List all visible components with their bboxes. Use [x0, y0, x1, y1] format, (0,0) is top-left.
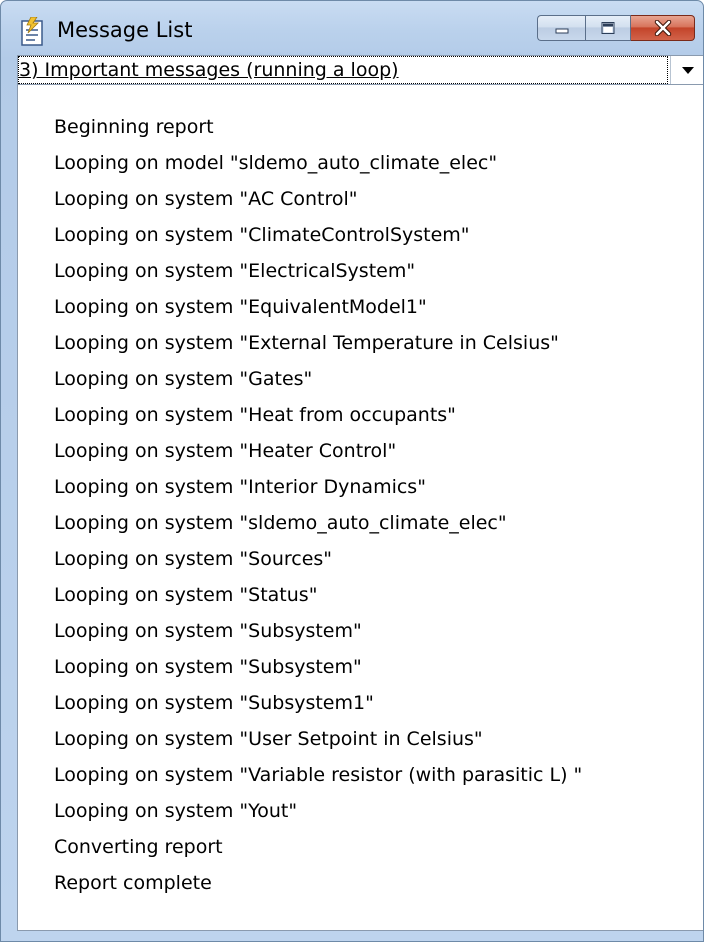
- list-item[interactable]: Looping on system "Sources": [54, 545, 332, 573]
- list-item[interactable]: Looping on system "External Temperature …: [54, 329, 559, 357]
- list-item[interactable]: Looping on system "Subsystem": [54, 653, 362, 681]
- list-item[interactable]: Looping on system "ElectricalSystem": [54, 257, 415, 285]
- maximize-icon: [601, 22, 615, 34]
- list-item[interactable]: Looping on system "Heater Control": [54, 437, 396, 465]
- list-item[interactable]: Looping on system "Subsystem1": [54, 689, 374, 717]
- close-button[interactable]: [631, 15, 695, 41]
- list-item[interactable]: Looping on system "AC Control": [54, 185, 358, 213]
- message-filter-selected: 3) Important messages (running a loop): [18, 56, 668, 84]
- list-item[interactable]: Looping on system "Variable resistor (wi…: [54, 761, 582, 789]
- list-item[interactable]: Looping on model "sldemo_auto_climate_el…: [54, 149, 497, 177]
- minimize-icon: [555, 28, 568, 34]
- message-list-icon: [21, 17, 43, 46]
- list-item[interactable]: Looping on system "Subsystem": [54, 617, 362, 645]
- message-list-window: Message List 3) Important messages (runn…: [0, 0, 704, 942]
- list-item[interactable]: Looping on system "Gates": [54, 365, 312, 393]
- minimize-button[interactable]: [537, 15, 585, 41]
- list-item[interactable]: Beginning report: [54, 113, 214, 141]
- list-item[interactable]: Looping on system "Status": [54, 581, 317, 609]
- list-item[interactable]: Looping on system "User Setpoint in Cels…: [54, 725, 483, 753]
- list-item[interactable]: Looping on system "Yout": [54, 797, 297, 825]
- maximize-button[interactable]: [585, 15, 631, 41]
- list-item[interactable]: Looping on system "Heat from occupants": [54, 401, 456, 429]
- chevron-down-icon: [681, 66, 694, 74]
- list-item[interactable]: Looping on system "sldemo_auto_climate_e…: [54, 509, 507, 537]
- caption-buttons: [537, 15, 695, 41]
- list-item[interactable]: Looping on system "ClimateControlSystem": [54, 221, 470, 249]
- list-item[interactable]: Looping on system "Interior Dynamics": [54, 473, 426, 501]
- dropdown-button[interactable]: [670, 56, 703, 84]
- list-item[interactable]: Report complete: [54, 869, 212, 897]
- window-title: Message List: [57, 18, 193, 42]
- message-filter-dropdown[interactable]: 3) Important messages (running a loop): [17, 55, 703, 85]
- message-list[interactable]: Beginning report Looping on model "sldem…: [17, 85, 703, 931]
- close-icon: [654, 20, 671, 36]
- list-item[interactable]: Looping on system "EquivalentModel1": [54, 293, 427, 321]
- list-item[interactable]: Converting report: [54, 833, 223, 861]
